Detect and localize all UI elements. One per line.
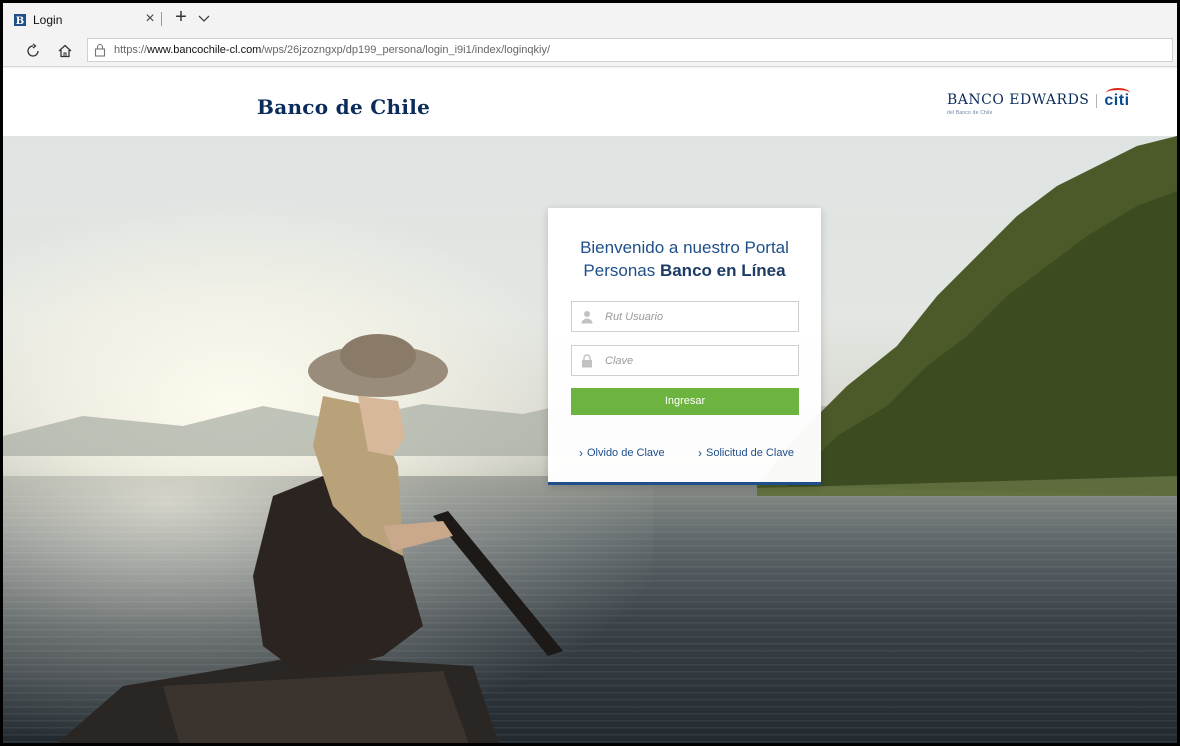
citi-logo: citi (1104, 88, 1131, 110)
svg-text:B: B (16, 16, 24, 27)
navigation-bar: https://www.bancochile-cl.com/wps/26jzoz… (3, 35, 1177, 67)
welcome-line-2-prefix: Personas (583, 261, 660, 280)
olvido-de-clave-link[interactable]: › Olvido de Clave (579, 446, 665, 460)
woman-in-canoe-figure (57, 334, 563, 743)
clave-field[interactable] (571, 345, 799, 376)
tab-close-icon[interactable]: × (141, 11, 159, 27)
refresh-icon (27, 43, 39, 57)
banco-de-chile-logo[interactable]: Banco de Chile (257, 95, 430, 119)
banco-edwards-text: BANCO EDWARDS (947, 92, 1090, 108)
clave-input[interactable] (605, 350, 785, 371)
banco-edwards-citi-logo[interactable]: BANCO EDWARDS del Banco de Chile citi (947, 88, 1131, 116)
lock-icon (581, 353, 595, 368)
user-icon (581, 310, 595, 324)
welcome-line-2-bold: Banco en Línea (659, 261, 786, 280)
browser-window: B Login × + https://www.bancochile-cl.co… (0, 0, 1180, 746)
refresh-button[interactable] (21, 39, 45, 63)
site-header: Banco de Chile BANCO EDWARDS del Banco d… (3, 68, 1177, 136)
citi-arc-icon (1106, 88, 1131, 98)
tab-list-chevron-down-icon[interactable] (195, 9, 213, 29)
url-host: www.bancochile-cl.com (147, 44, 262, 56)
tab-login[interactable]: B Login (7, 7, 187, 33)
home-icon (58, 44, 72, 58)
ingresar-button[interactable]: Ingresar (571, 388, 799, 415)
login-panel: Bienvenido a nuestro Portal Personas Ban… (548, 208, 821, 485)
banco-edwards-subtitle: del Banco de Chile (947, 110, 993, 116)
url-text: https://www.bancochile-cl.com/wps/26jzoz… (114, 44, 550, 56)
logo-divider (1096, 94, 1098, 108)
url-path: /wps/26jzozngxp/dp199_persona/login_i9i1… (261, 44, 551, 56)
new-tab-button[interactable]: + (169, 7, 193, 29)
tab-divider (161, 12, 162, 26)
rut-usuario-field[interactable] (571, 301, 799, 332)
welcome-heading: Bienvenido a nuestro Portal Personas Ban… (548, 236, 821, 282)
tab-strip: B Login × + (3, 3, 1177, 33)
solicitud-de-clave-label: Solicitud de Clave (706, 447, 795, 459)
home-button[interactable] (53, 39, 77, 63)
solicitud-de-clave-link[interactable]: › Solicitud de Clave (698, 446, 794, 460)
address-bar[interactable]: https://www.bancochile-cl.com/wps/26jzoz… (87, 38, 1173, 62)
chevron-right-icon: › (698, 446, 702, 460)
welcome-line-1: Bienvenido a nuestro Portal (580, 238, 789, 257)
url-scheme: https:// (114, 44, 148, 56)
web-page: Banco de Chile BANCO EDWARDS del Banco d… (3, 68, 1177, 743)
lock-icon (94, 43, 108, 57)
olvido-de-clave-label: Olvido de Clave (587, 447, 665, 459)
chevron-right-icon: › (579, 446, 583, 460)
bank-favicon-icon: B (13, 13, 27, 27)
banco-edwards-logo: BANCO EDWARDS del Banco de Chile (947, 92, 1089, 116)
rut-usuario-input[interactable] (605, 306, 785, 327)
